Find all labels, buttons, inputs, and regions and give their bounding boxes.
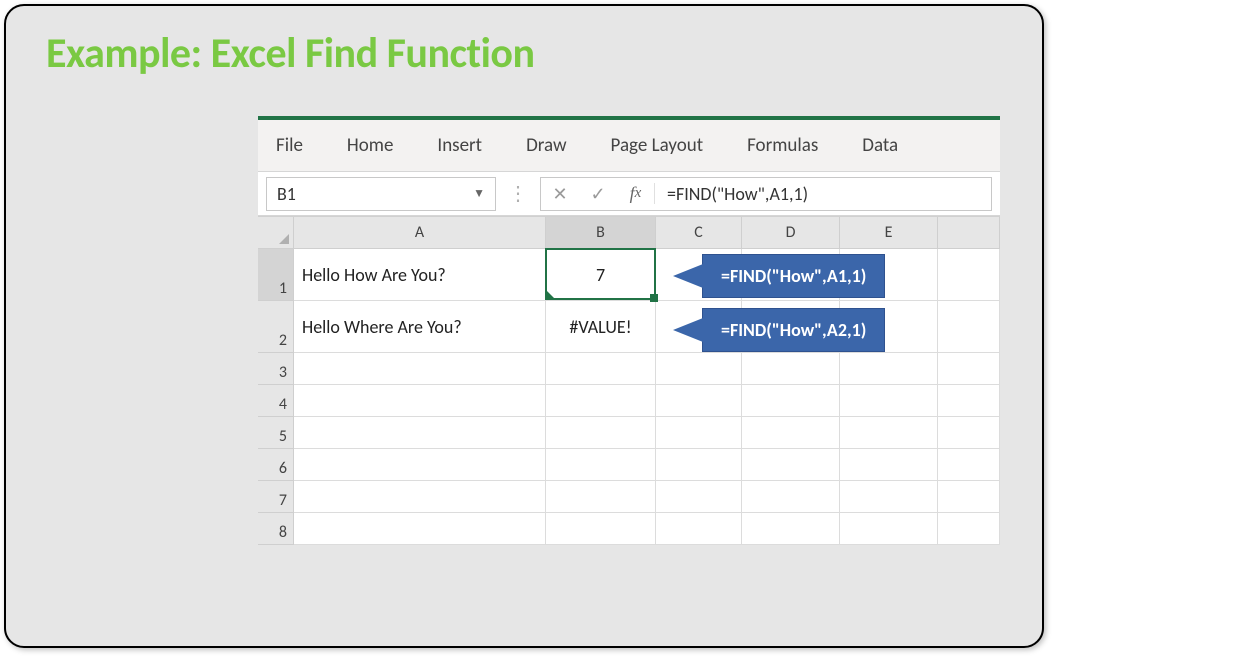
- cell-a5[interactable]: [294, 417, 546, 449]
- cell-a4[interactable]: [294, 385, 546, 417]
- col-header-blank[interactable]: [938, 217, 1000, 249]
- cell-f8[interactable]: [938, 513, 1000, 545]
- excel-window: File Home Insert Draw Page Layout Formul…: [258, 116, 1000, 545]
- col-header-c[interactable]: C: [656, 217, 742, 249]
- cell-c8[interactable]: [656, 513, 742, 545]
- name-box[interactable]: B1 ▼: [266, 177, 496, 211]
- fx-icon[interactable]: fx: [617, 183, 655, 204]
- row-header-6[interactable]: 6: [258, 449, 294, 481]
- cell-f5[interactable]: [938, 417, 1000, 449]
- cell-b5[interactable]: [546, 417, 656, 449]
- formula-input[interactable]: =FIND("How",A1,1): [655, 183, 808, 205]
- cell-e4[interactable]: [840, 385, 938, 417]
- cell-e5[interactable]: [840, 417, 938, 449]
- cell-c6[interactable]: [656, 449, 742, 481]
- cell-d4[interactable]: [742, 385, 840, 417]
- cancel-icon[interactable]: ✕: [541, 183, 579, 205]
- tab-insert[interactable]: Insert: [431, 120, 488, 171]
- callout-b2-formula: =FIND("How",A2,1): [702, 308, 885, 352]
- example-card: Example: Excel Find Function File Home I…: [4, 4, 1044, 648]
- formula-bar-group: ✕ ✓ fx =FIND("How",A1,1): [540, 177, 992, 211]
- cell-c3[interactable]: [656, 353, 742, 385]
- cell-c7[interactable]: [656, 481, 742, 513]
- cell-f3[interactable]: [938, 353, 1000, 385]
- chevron-down-icon[interactable]: ▼: [473, 186, 485, 201]
- cell-d7[interactable]: [742, 481, 840, 513]
- enter-icon[interactable]: ✓: [579, 183, 617, 205]
- ribbon-tabs: File Home Insert Draw Page Layout Formul…: [258, 120, 1000, 172]
- select-all-button[interactable]: [258, 217, 294, 249]
- cell-a6[interactable]: [294, 449, 546, 481]
- cell-b3[interactable]: [546, 353, 656, 385]
- cell-e6[interactable]: [840, 449, 938, 481]
- divider-dots: ⋮: [506, 189, 530, 199]
- cell-b4[interactable]: [546, 385, 656, 417]
- tab-data[interactable]: Data: [856, 120, 904, 171]
- tab-file[interactable]: File: [270, 120, 309, 171]
- cell-indicator-icon: [546, 290, 556, 300]
- cell-f1[interactable]: [938, 249, 1000, 301]
- cell-a3[interactable]: [294, 353, 546, 385]
- row-header-4[interactable]: 4: [258, 385, 294, 417]
- cell-b7[interactable]: [546, 481, 656, 513]
- cell-a1[interactable]: Hello How Are You?: [294, 249, 546, 301]
- cell-c4[interactable]: [656, 385, 742, 417]
- cell-c5[interactable]: [656, 417, 742, 449]
- cell-e8[interactable]: [840, 513, 938, 545]
- tab-home[interactable]: Home: [341, 120, 400, 171]
- formula-bar: B1 ▼ ⋮ ✕ ✓ fx =FIND("How",A1,1): [258, 172, 1000, 216]
- col-header-e[interactable]: E: [840, 217, 938, 249]
- row-header-8[interactable]: 8: [258, 513, 294, 545]
- cell-e7[interactable]: [840, 481, 938, 513]
- cell-a2[interactable]: Hello Where Are You?: [294, 301, 546, 353]
- cell-d3[interactable]: [742, 353, 840, 385]
- col-header-a[interactable]: A: [294, 217, 546, 249]
- cell-f2[interactable]: [938, 301, 1000, 353]
- page-title: Example: Excel Find Function: [6, 6, 1042, 79]
- cell-d5[interactable]: [742, 417, 840, 449]
- col-header-d[interactable]: D: [742, 217, 840, 249]
- row-header-5[interactable]: 5: [258, 417, 294, 449]
- name-box-value: B1: [277, 183, 296, 205]
- tab-formulas[interactable]: Formulas: [741, 120, 824, 171]
- cell-d8[interactable]: [742, 513, 840, 545]
- cell-e3[interactable]: [840, 353, 938, 385]
- cell-f4[interactable]: [938, 385, 1000, 417]
- cell-f7[interactable]: [938, 481, 1000, 513]
- row-header-3[interactable]: 3: [258, 353, 294, 385]
- cell-a7[interactable]: [294, 481, 546, 513]
- callout-b1-formula: =FIND("How",A1,1): [702, 254, 885, 298]
- cell-d6[interactable]: [742, 449, 840, 481]
- row-header-1[interactable]: 1: [258, 249, 294, 301]
- row-header-7[interactable]: 7: [258, 481, 294, 513]
- row-header-2[interactable]: 2: [258, 301, 294, 353]
- cell-b6[interactable]: [546, 449, 656, 481]
- cell-b2[interactable]: #VALUE!: [546, 301, 656, 353]
- tab-draw[interactable]: Draw: [520, 120, 572, 171]
- cell-b8[interactable]: [546, 513, 656, 545]
- worksheet: A B C D E 1 Hello How Are You? 7 2 Hello…: [258, 216, 1000, 545]
- cell-b1[interactable]: 7: [546, 249, 656, 301]
- cell-a8[interactable]: [294, 513, 546, 545]
- col-header-b[interactable]: B: [546, 217, 656, 249]
- tab-page-layout[interactable]: Page Layout: [605, 120, 710, 171]
- cell-f6[interactable]: [938, 449, 1000, 481]
